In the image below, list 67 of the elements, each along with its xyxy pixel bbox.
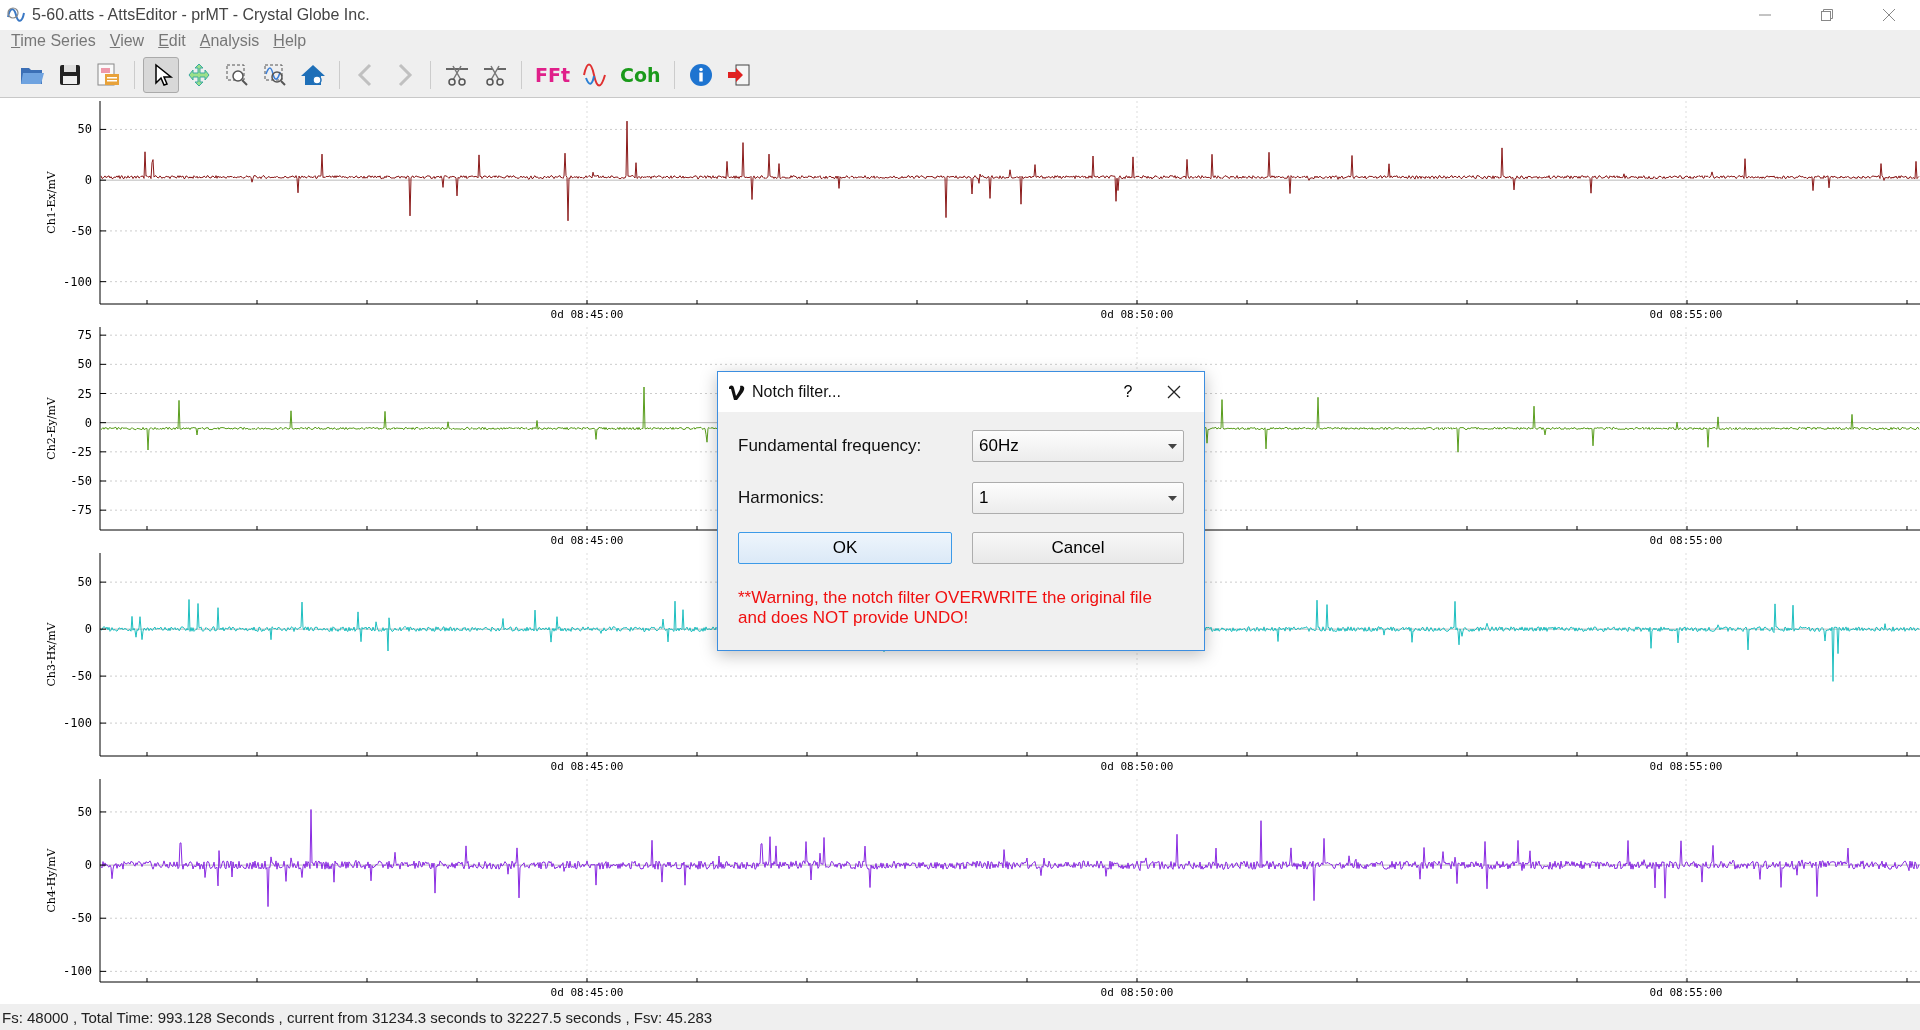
tick-label: -75 bbox=[70, 503, 92, 518]
field-label: Harmonics: bbox=[738, 488, 825, 508]
dropdown[interactable]: 60Hz bbox=[972, 430, 1184, 462]
zoom-rectangle-icon bbox=[224, 61, 250, 88]
tick-label: -100 bbox=[63, 716, 92, 731]
axis-title: Ch4-Hy/mV bbox=[45, 848, 58, 913]
tick-label: 50 bbox=[77, 804, 92, 819]
toolbar-button[interactable] bbox=[143, 56, 179, 93]
dialog-button[interactable]: OK bbox=[738, 532, 952, 564]
info-icon bbox=[687, 61, 714, 88]
tick-label: -50 bbox=[70, 223, 92, 238]
tick-label: 0d 08:55:00 bbox=[1649, 308, 1723, 321]
wave-logo-icon bbox=[6, 5, 26, 25]
window-title: 5-60.atts - AttsEditor - prMT - Crystal Globe Inc. bbox=[32, 6, 370, 24]
sine-wave-icon bbox=[582, 61, 609, 88]
menu-item[interactable]: Analysis bbox=[192, 32, 267, 50]
tick-label: 0d 08:50:00 bbox=[1100, 308, 1174, 321]
tick-label: 0 bbox=[84, 173, 92, 188]
tick-label: 75 bbox=[77, 328, 92, 343]
axis-title: Ch3-Hx/mV bbox=[45, 622, 58, 687]
tick-label: 0d 08:50:00 bbox=[1100, 986, 1174, 999]
tick-label: 0d 08:55:00 bbox=[1649, 760, 1723, 773]
tick-label: 0d 08:50:00 bbox=[1100, 760, 1174, 773]
status-text: Fs: 48000 , Total Time: 993.128 Seconds , current from 31234.3 seconds to 32227.5 seconds , Fsv: 45.283 bbox=[2, 1008, 713, 1026]
restore-icon bbox=[1821, 9, 1833, 21]
tick-label: -50 bbox=[70, 474, 92, 488]
dropdown[interactable]: 1 bbox=[972, 482, 1184, 514]
caret-icon bbox=[1168, 495, 1177, 501]
tick-label: 0d 08:55:00 bbox=[1649, 534, 1723, 547]
tick-label: 0d 08:45:00 bbox=[550, 760, 624, 773]
v-logo-icon bbox=[728, 383, 746, 401]
toolbar-button[interactable]: Coh bbox=[615, 56, 666, 93]
menu-item[interactable]: Time Series bbox=[4, 32, 103, 50]
close-icon bbox=[1883, 9, 1895, 21]
field-label: Fundamental frequency: bbox=[738, 436, 923, 456]
dialog-title: Notch filter... bbox=[752, 383, 841, 401]
menu-item[interactable]: Edit bbox=[151, 32, 193, 50]
toolbar-button[interactable]: FFt bbox=[530, 56, 576, 93]
caret-icon bbox=[1168, 443, 1177, 449]
document-icon bbox=[95, 61, 121, 88]
move-arrows-icon bbox=[186, 61, 212, 88]
tick-label: 0 bbox=[84, 415, 92, 430]
axis-title: Ch2-Ey/mV bbox=[45, 397, 58, 460]
tick-label: 50 bbox=[77, 575, 92, 590]
tick-label: 0d 08:45:00 bbox=[550, 986, 624, 999]
tick-label: 50 bbox=[77, 122, 92, 137]
close-icon bbox=[1167, 385, 1181, 399]
menu-item[interactable]: View bbox=[102, 32, 152, 50]
tick-label: -25 bbox=[70, 444, 92, 459]
tick-label: 25 bbox=[77, 386, 92, 401]
tick-label: -50 bbox=[70, 911, 92, 926]
zoom-wave-icon bbox=[262, 61, 288, 88]
help-button[interactable]: ? bbox=[1108, 377, 1148, 407]
tick-label: 0d 08:45:00 bbox=[550, 534, 624, 547]
tick-label: 0 bbox=[84, 622, 92, 637]
dialog-button[interactable]: Cancel bbox=[972, 532, 1184, 564]
tick-label: -100 bbox=[63, 274, 92, 289]
menu-item[interactable]: Help bbox=[266, 32, 314, 50]
tick-label: 50 bbox=[77, 357, 92, 372]
tick-label: 0 bbox=[84, 858, 92, 873]
axis-title: Ch1-Ex/mV bbox=[45, 171, 58, 234]
warning-text: **Warning, the notch filter OVERWRITE the original file and does NOT provide UNDO! bbox=[738, 588, 1153, 628]
exit-door-icon bbox=[725, 61, 752, 88]
tick-label: 0d 08:45:00 bbox=[550, 308, 624, 321]
tick-label: 0d 08:55:00 bbox=[1649, 986, 1723, 999]
tick-label: -100 bbox=[63, 964, 92, 979]
tick-label: -50 bbox=[70, 669, 92, 684]
